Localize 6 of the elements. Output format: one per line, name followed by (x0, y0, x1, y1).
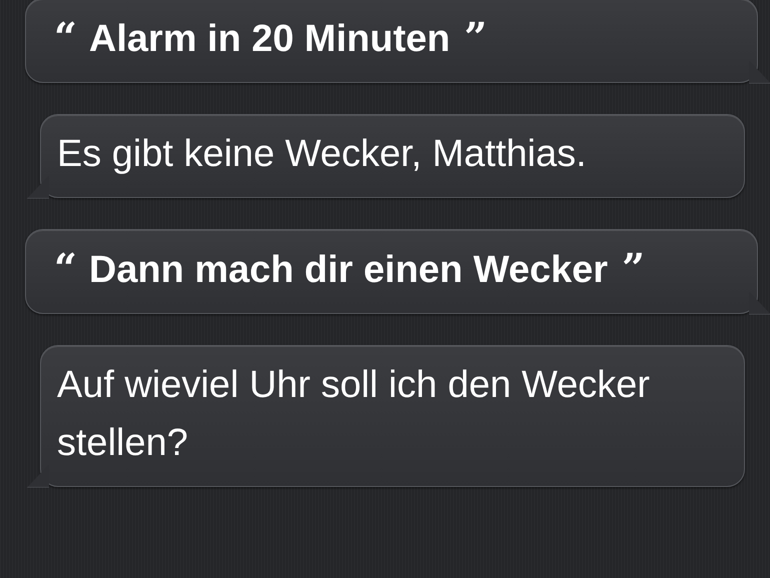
siri-message: Es gibt keine Wecker, Matthias. (57, 132, 586, 177)
user-message: Dann mach dir einen Wecker ” (89, 244, 645, 294)
quote-mark: “ (54, 244, 78, 294)
quote-mark: “ (54, 13, 78, 63)
siri-message: Auf wieviel Uhr soll ich den Wecker stellen? (57, 363, 651, 466)
user-message: Alarm in 20 Minuten ” (89, 13, 488, 63)
